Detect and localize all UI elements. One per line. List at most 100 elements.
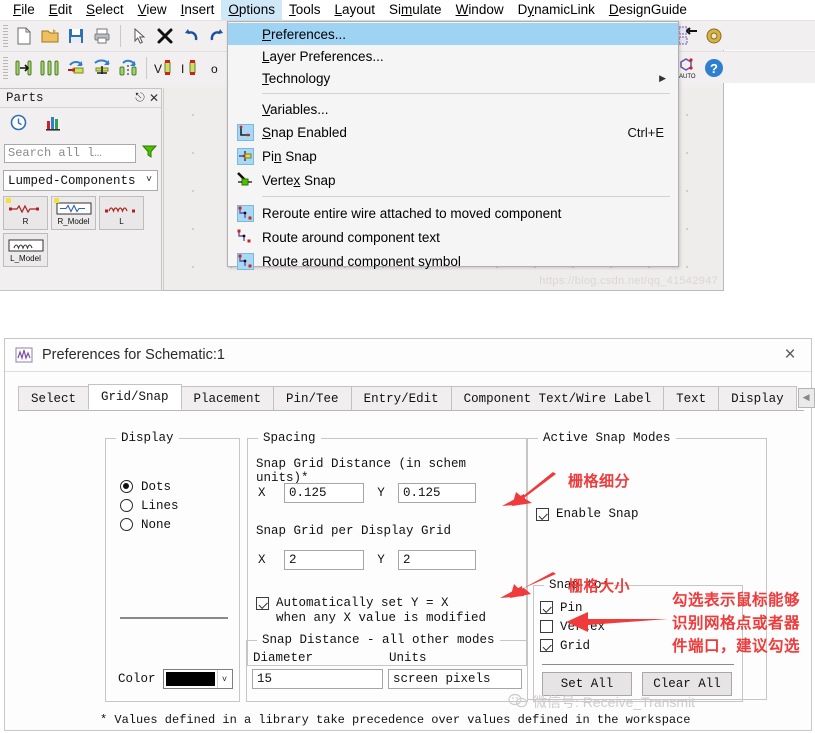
- diameter-label: Diameter: [253, 651, 314, 665]
- parts-panel-titlebar: Parts ⎋ ✕: [0, 89, 161, 108]
- route-symbol-icon: [228, 252, 262, 270]
- tab-select[interactable]: Select: [18, 386, 90, 410]
- snap-per-display-y-input[interactable]: 2: [398, 550, 476, 570]
- snap-grid-distance-y-label: Y: [377, 486, 385, 500]
- reroute-icon: [228, 204, 262, 222]
- snap-per-display-y-label: Y: [377, 553, 385, 567]
- new-file-icon[interactable]: [11, 23, 37, 49]
- menuitem-variables[interactable]: Variables...: [228, 98, 678, 120]
- menu-simulate[interactable]: Simulate: [382, 0, 449, 20]
- parts-search-row: Search all l…: [0, 140, 161, 166]
- menu-insert[interactable]: Insert: [174, 0, 222, 20]
- voltage-probe-icon[interactable]: V: [152, 55, 178, 81]
- part-label: R_Model: [57, 216, 90, 226]
- part-item-l[interactable]: L: [99, 196, 144, 230]
- library-chart-icon[interactable]: [45, 114, 62, 134]
- print-icon[interactable]: [89, 23, 115, 49]
- snap-to-grid-checkbox[interactable]: Grid: [540, 636, 605, 655]
- menuitem-route-around-symbol[interactable]: Route around component symbol: [228, 249, 678, 273]
- parts-grid: R R_Model L L_Model: [3, 196, 158, 267]
- menu-dynamiclink[interactable]: DynamicLink: [511, 0, 602, 20]
- tab-pin-tee[interactable]: Pin/Tee: [273, 386, 352, 410]
- menu-layout[interactable]: Layout: [327, 0, 382, 20]
- part-item-l-model[interactable]: L_Model: [3, 233, 48, 267]
- snap-per-display-x-input[interactable]: 2: [284, 550, 364, 570]
- tab-grid-snap[interactable]: Grid/Snap: [88, 384, 182, 410]
- snap-grid-distance-x-input[interactable]: 0.125: [284, 483, 364, 503]
- library-select[interactable]: Lumped-Components ˅: [3, 170, 158, 191]
- chevron-down-icon: ˅: [145, 175, 152, 186]
- open-file-icon[interactable]: [37, 23, 63, 49]
- help-icon[interactable]: ?: [701, 55, 727, 81]
- tab-component-text-wire-label[interactable]: Component Text/Wire Label: [450, 386, 665, 410]
- current-probe-icon[interactable]: I: [178, 55, 204, 81]
- menuitem-vertex-snap[interactable]: Vertex Snap: [228, 168, 678, 192]
- tab-entry-edit[interactable]: Entry/Edit: [350, 386, 452, 410]
- save-icon[interactable]: [63, 23, 89, 49]
- part-item-r[interactable]: R: [3, 196, 48, 230]
- annotation-snapto-line1: 勾选表示鼠标能够: [672, 592, 801, 609]
- inductor-symbol-icon: [104, 201, 139, 217]
- menu-window[interactable]: Window: [449, 0, 511, 20]
- part-label: R: [22, 216, 29, 226]
- auto-set-label-line1: Automatically set Y = X: [276, 596, 449, 610]
- dialog-tabstrip: Select Grid/Snap Placement Pin/Tee Entry…: [18, 384, 815, 411]
- filter-funnel-icon[interactable]: [141, 144, 158, 162]
- flip-icon[interactable]: [115, 55, 141, 81]
- svg-text:V: V: [154, 62, 162, 76]
- diameter-input[interactable]: 15: [252, 669, 383, 689]
- menuitem-layer-preferences[interactable]: Layer Preferences...: [228, 45, 678, 67]
- units-input[interactable]: screen pixels: [388, 669, 522, 689]
- panel-dock-icon[interactable]: ⎋: [133, 91, 147, 105]
- snap-distance-group: Snap Distance - all other modes Diameter…: [246, 633, 528, 702]
- menu-edit[interactable]: Edit: [42, 0, 79, 20]
- menu-select[interactable]: Select: [79, 0, 131, 20]
- radio-none-icon: [120, 518, 133, 531]
- snap-grid-distance-y-input[interactable]: 0.125: [398, 483, 476, 503]
- tab-text[interactable]: Text: [663, 386, 720, 410]
- undo-icon[interactable]: [178, 23, 204, 49]
- history-clock-icon[interactable]: [10, 114, 27, 134]
- menu-options[interactable]: Options: [221, 0, 282, 20]
- menuitem-snap-enabled[interactable]: Snap Enabled Ctrl+E: [228, 120, 678, 144]
- search-input[interactable]: Search all l…: [4, 143, 136, 163]
- mirror-icon[interactable]: [89, 55, 115, 81]
- menu-tools[interactable]: Tools: [282, 0, 328, 20]
- snap-grid-distance-label: Snap Grid Distance (in schem units)*: [256, 457, 467, 485]
- gear-icon[interactable]: [701, 23, 727, 49]
- radio-option-dots[interactable]: Dots: [120, 477, 179, 496]
- align-left-icon[interactable]: [11, 55, 37, 81]
- toolbar-grip-2[interactable]: [3, 56, 8, 79]
- menu-view[interactable]: View: [131, 0, 174, 20]
- part-label: L_Model: [10, 253, 41, 263]
- toolbar-grip[interactable]: [3, 24, 8, 47]
- menuitem-pin-snap[interactable]: Pin Snap: [228, 144, 678, 168]
- menu-designguide[interactable]: DesignGuide: [602, 0, 694, 20]
- color-label: Color: [118, 672, 156, 686]
- snap-to-divider: [542, 664, 734, 665]
- wechat-watermark: 微信号: Receive_Transmit: [508, 692, 695, 712]
- close-icon[interactable]: ×: [777, 342, 803, 368]
- menuitem-preferences[interactable]: Preferences...: [228, 23, 678, 45]
- menuitem-reroute-entire-wire[interactable]: Reroute entire wire attached to moved co…: [228, 201, 678, 225]
- rotate-snap-icon[interactable]: [63, 55, 89, 81]
- part-item-r-model[interactable]: R_Model: [51, 196, 96, 230]
- spacing-group-legend: Spacing: [258, 431, 321, 445]
- tab-display[interactable]: Display: [718, 386, 797, 410]
- panel-close-icon[interactable]: ✕: [147, 91, 161, 106]
- color-swatch: [165, 672, 215, 686]
- radio-option-lines[interactable]: Lines: [120, 496, 179, 515]
- tab-placement[interactable]: Placement: [180, 386, 275, 410]
- select-arrow-icon[interactable]: [126, 23, 152, 49]
- menu-file[interactable]: File: [6, 0, 42, 20]
- svg-text:AUTO: AUTO: [679, 74, 696, 80]
- display-group-legend: Display: [116, 431, 179, 445]
- auto-set-y-equals-x-checkbox[interactable]: Automatically set Y = X when any X value…: [256, 596, 486, 626]
- radio-option-none[interactable]: None: [120, 515, 179, 534]
- menuitem-route-around-text[interactable]: Route around component text: [228, 225, 678, 249]
- align-center-icon[interactable]: [37, 55, 63, 81]
- menuitem-technology[interactable]: Technology ▶: [228, 67, 678, 89]
- tab-scroll-prev-button[interactable]: ◀: [797, 387, 815, 408]
- delete-icon[interactable]: [152, 23, 178, 49]
- color-select[interactable]: ˅: [162, 669, 233, 689]
